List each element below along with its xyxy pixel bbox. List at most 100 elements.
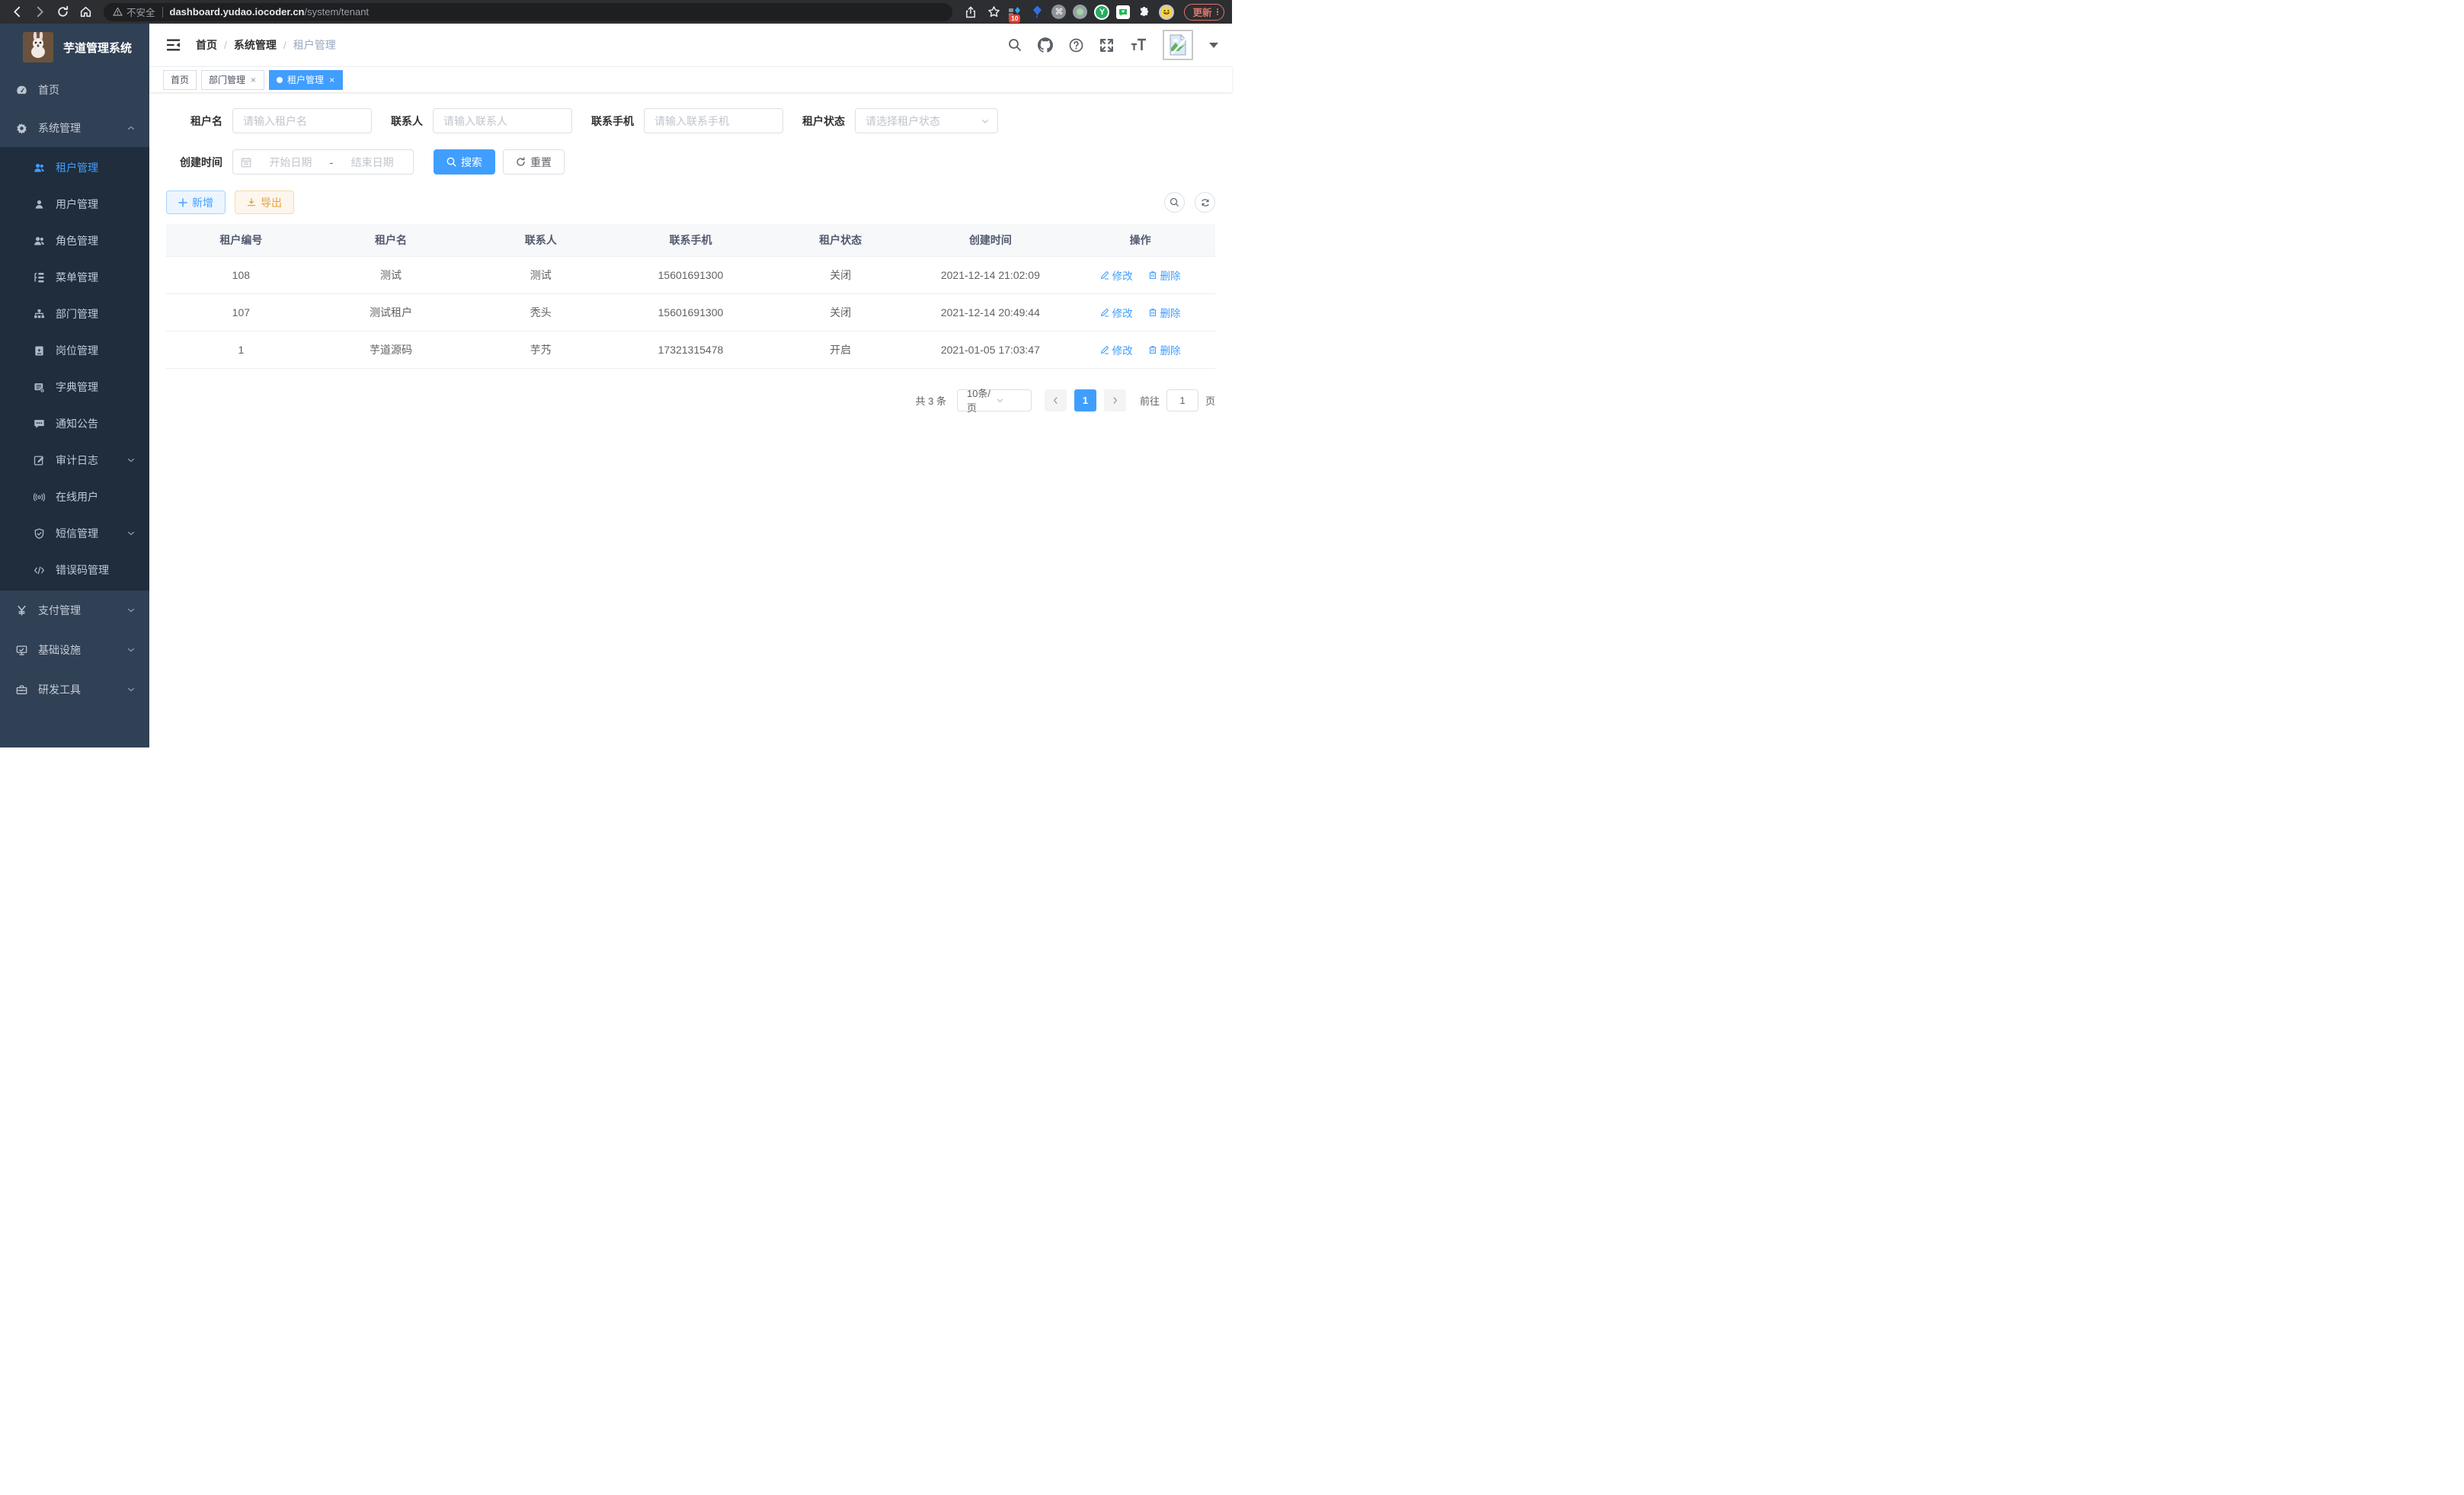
breadcrumb: 首页 / 系统管理 / 租户管理: [196, 37, 336, 53]
sidebar-item-audit-log[interactable]: 审计日志: [0, 442, 149, 479]
sidebar-item-tenant[interactable]: 租户管理: [0, 149, 149, 186]
sidebar-item-sms[interactable]: 短信管理: [0, 515, 149, 552]
sidebar-item-error-code[interactable]: 错误码管理: [0, 552, 149, 588]
status-select[interactable]: 请选择租户状态: [855, 108, 998, 133]
pencil-icon: [1100, 271, 1109, 280]
extension-command-icon[interactable]: ⌘: [1051, 5, 1066, 19]
edit-link[interactable]: 修改: [1100, 305, 1133, 320]
avatar-caret-icon[interactable]: [1209, 43, 1218, 48]
warning-icon: [113, 7, 123, 17]
contact-input[interactable]: [433, 108, 572, 133]
tab-home[interactable]: 首页: [163, 70, 197, 90]
page-number-1[interactable]: 1: [1074, 389, 1096, 411]
calendar-icon: [241, 157, 251, 168]
close-icon[interactable]: ×: [250, 75, 257, 85]
browser-reload-button[interactable]: [53, 3, 72, 21]
recorder-dot: [1077, 8, 1083, 15]
edit-label: 修改: [1112, 267, 1133, 283]
goto-page-input[interactable]: [1166, 389, 1198, 411]
tab-tenant[interactable]: 租户管理 ×: [269, 70, 343, 90]
cell-created: 2021-01-05 17:03:47: [916, 331, 1066, 368]
fullscreen-icon[interactable]: [1099, 38, 1114, 53]
delete-link[interactable]: 删除: [1148, 342, 1181, 357]
contact-label: 联系人: [391, 114, 423, 129]
sidebar-item-home[interactable]: 首页: [0, 71, 149, 109]
extensions-puzzle-icon[interactable]: [1137, 5, 1152, 20]
cell-tenant-id: 107: [166, 293, 316, 331]
sidebar-item-online-users[interactable]: 在线用户: [0, 479, 149, 515]
sidebar-item-dict[interactable]: 字典管理: [0, 369, 149, 405]
pagination: 共 3 条 10条/页 1 前往 页: [166, 389, 1215, 411]
page-size-select[interactable]: 10条/页: [957, 389, 1032, 411]
breadcrumb-home[interactable]: 首页: [196, 37, 217, 53]
pagination-goto: 前往 页: [1140, 389, 1215, 411]
edit-link[interactable]: 修改: [1100, 267, 1133, 283]
reset-button[interactable]: 重置: [503, 149, 565, 174]
browser-forward-button[interactable]: [30, 3, 49, 21]
chat-bubble-icon: [34, 418, 45, 430]
breadcrumb-system[interactable]: 系统管理: [234, 37, 277, 53]
sidebar-item-label: 用户管理: [56, 197, 136, 212]
app-logo[interactable]: 芋道管理系统: [0, 24, 149, 71]
help-icon[interactable]: [1069, 38, 1083, 53]
extension-y-icon[interactable]: Y: [1094, 5, 1109, 20]
tab-dept[interactable]: 部门管理 ×: [201, 70, 264, 90]
sidebar-item-infrastructure[interactable]: 基础设施: [0, 630, 149, 670]
extension-tampermonkey-icon[interactable]: 10: [1007, 5, 1022, 20]
sidebar-item-user[interactable]: 用户管理: [0, 186, 149, 222]
show-search-button[interactable]: [1164, 192, 1185, 213]
sidebar-item-payment[interactable]: 支付管理: [0, 591, 149, 630]
filter-status: 租户状态 请选择租户状态: [802, 108, 998, 133]
refresh-icon: [516, 157, 526, 167]
table-row: 1 芋道源码 芋艿 17321315478 开启 2021-01-05 17:0…: [166, 331, 1215, 368]
search-button[interactable]: 搜索: [434, 149, 495, 174]
delete-link[interactable]: 删除: [1148, 305, 1181, 320]
browser-home-button[interactable]: [76, 3, 94, 21]
edit-log-icon: [34, 455, 45, 466]
sidebar-item-dept[interactable]: 部门管理: [0, 296, 149, 332]
sidebar-item-system[interactable]: 系统管理: [0, 109, 149, 147]
header-search-icon[interactable]: [1008, 38, 1022, 52]
github-icon[interactable]: [1038, 37, 1053, 53]
sidebar-item-notice[interactable]: 通知公告: [0, 405, 149, 442]
cell-tenant-name: 测试: [316, 256, 466, 293]
cell-tenant-id: 108: [166, 256, 316, 293]
refresh-table-button[interactable]: [1195, 192, 1215, 213]
chrome-update-button[interactable]: 更新: [1184, 4, 1224, 21]
sidebar-item-role[interactable]: 角色管理: [0, 222, 149, 259]
extension-chat-icon[interactable]: [1116, 5, 1130, 19]
table-header-row: 租户编号 租户名 联系人 联系手机 租户状态 创建时间 操作: [166, 224, 1215, 256]
extension-kite-icon[interactable]: [1029, 5, 1045, 20]
sidebar-item-post[interactable]: 岗位管理: [0, 332, 149, 369]
export-button[interactable]: 导出: [235, 190, 294, 214]
extension-recorder-icon[interactable]: [1073, 5, 1087, 19]
security-status[interactable]: 不安全: [113, 5, 155, 19]
prev-page-button[interactable]: [1045, 389, 1067, 411]
next-page-button[interactable]: [1104, 389, 1126, 411]
share-button[interactable]: [962, 3, 980, 21]
browser-menu-icon[interactable]: [1217, 7, 1219, 16]
delete-link[interactable]: 删除: [1148, 267, 1181, 283]
command-glyph: ⌘: [1054, 7, 1063, 17]
sidebar-item-dev-tools[interactable]: 研发工具: [0, 670, 149, 709]
font-size-icon[interactable]: [1130, 38, 1147, 52]
tenant-name-input[interactable]: [232, 108, 372, 133]
address-bar[interactable]: 不安全 dashboard.yudao.iocoder.cn/system/te…: [104, 3, 952, 21]
date-range-picker[interactable]: 开始日期 - 结束日期: [232, 149, 414, 174]
edit-link[interactable]: 修改: [1100, 342, 1133, 357]
sidebar-item-label: 审计日志: [56, 453, 126, 468]
add-button[interactable]: 新增: [166, 190, 226, 214]
user-avatar[interactable]: [1163, 30, 1193, 60]
close-icon[interactable]: ×: [328, 75, 335, 85]
date-separator: -: [330, 156, 334, 168]
tab-label: 首页: [171, 73, 189, 86]
browser-back-button[interactable]: [8, 3, 26, 21]
sidebar-collapse-icon[interactable]: [162, 34, 185, 56]
bookmark-star-button[interactable]: [984, 3, 1003, 21]
mobile-input[interactable]: [644, 108, 783, 133]
cell-actions: 修改 删除: [1065, 256, 1215, 293]
profile-avatar-icon[interactable]: [1159, 5, 1174, 20]
sidebar-item-menu[interactable]: 菜单管理: [0, 259, 149, 296]
sidebar-item-label: 短信管理: [56, 526, 126, 541]
cell-tenant-name: 测试租户: [316, 293, 466, 331]
